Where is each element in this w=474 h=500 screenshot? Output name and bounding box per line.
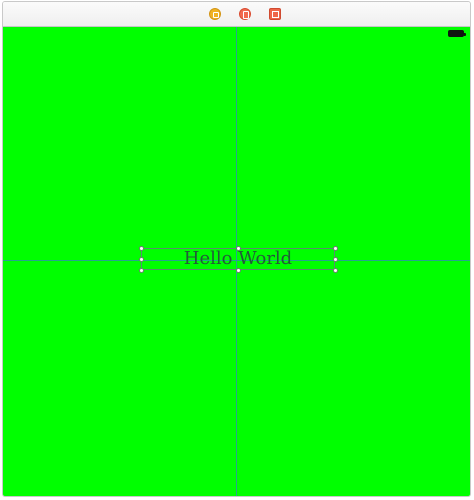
resize-handle-top-left[interactable] — [139, 246, 144, 251]
resize-handle-bottom-left[interactable] — [139, 268, 144, 273]
exit-icon[interactable] — [269, 8, 281, 20]
storyboard-scene: Hello World — [2, 1, 471, 497]
resize-handle-top-right[interactable] — [333, 246, 338, 251]
view-canvas[interactable]: Hello World — [3, 27, 470, 496]
resize-handle-bottom-center[interactable] — [236, 268, 241, 273]
battery-icon — [448, 30, 466, 37]
view-controller-icon[interactable] — [209, 8, 221, 20]
resize-handle-bottom-right[interactable] — [333, 268, 338, 273]
scene-dock — [3, 2, 470, 27]
resize-handle-middle-left[interactable] — [139, 257, 144, 262]
first-responder-icon[interactable] — [239, 8, 251, 20]
resize-handle-middle-right[interactable] — [333, 257, 338, 262]
hello-world-label[interactable]: Hello World — [139, 246, 338, 273]
resize-handle-top-center[interactable] — [236, 246, 241, 251]
